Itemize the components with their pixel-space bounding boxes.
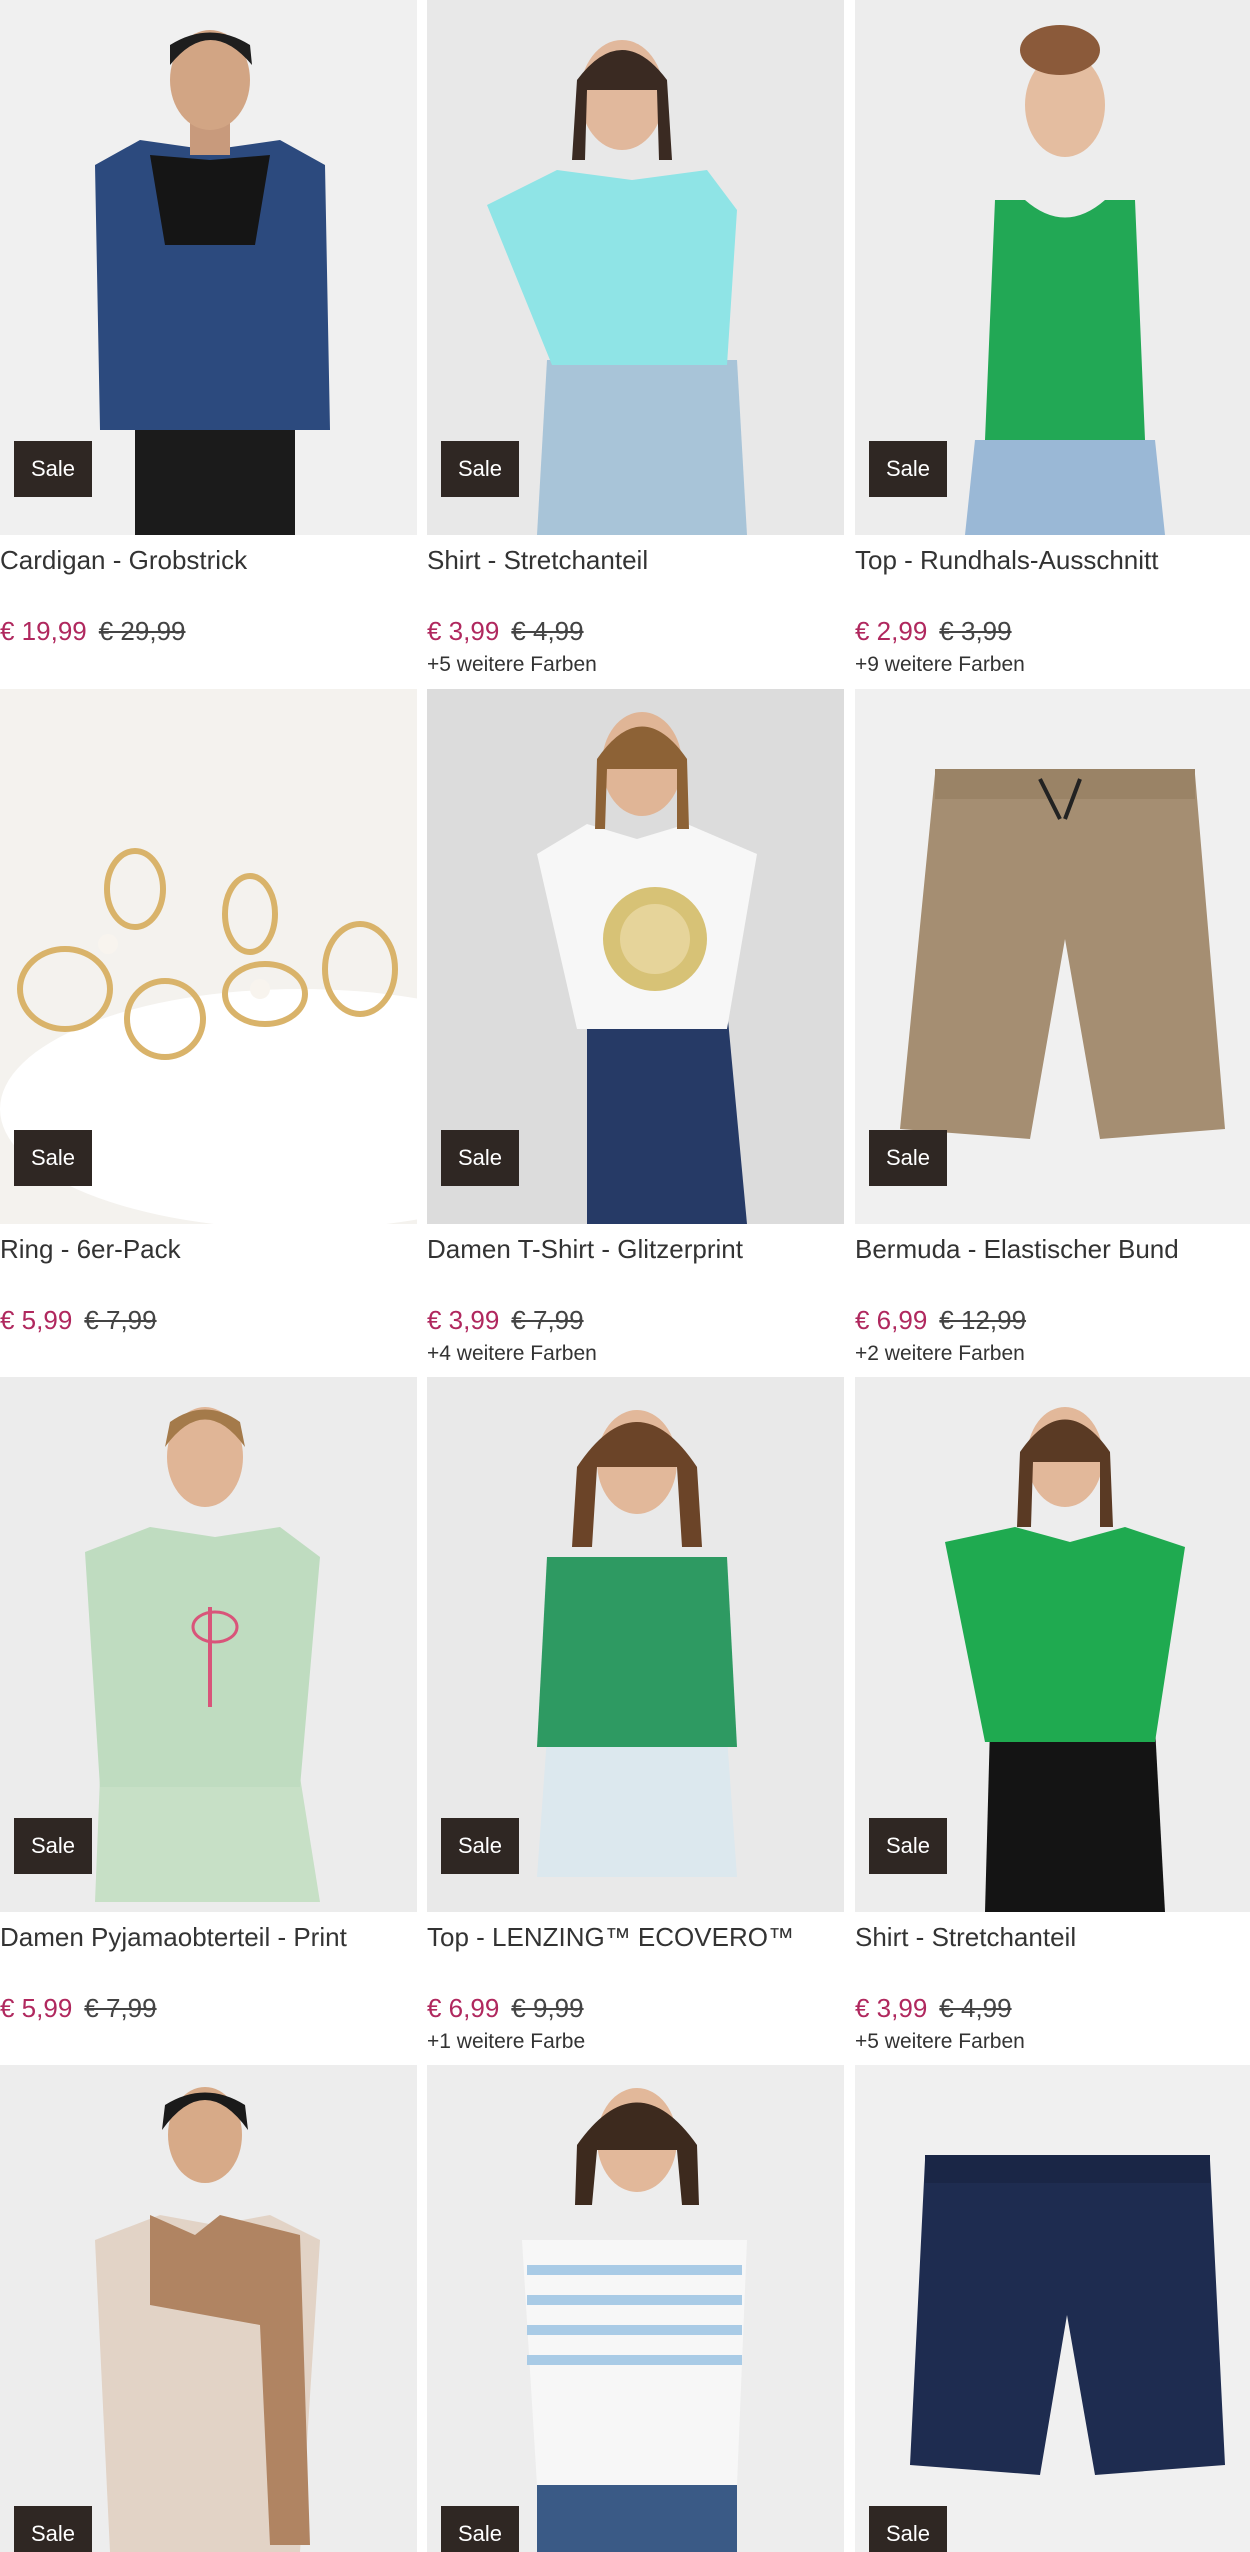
sale-badge: Sale (14, 1818, 92, 1874)
sale-badge: Sale (14, 441, 92, 497)
product-image[interactable]: Sale (855, 689, 1250, 1224)
product-prices: € 2,99 € 3,99 (855, 615, 1250, 647)
original-price: € 29,99 (98, 616, 186, 646)
sale-badge: Sale (869, 2506, 947, 2552)
more-colors-link[interactable]: +9 weitere Farben (855, 653, 1250, 679)
product-name[interactable]: Shirt - Stretchanteil (855, 1920, 1250, 1954)
product-card[interactable]: Sale Top - LENZING™ ECOVERO™ € 6,99 € 9,9… (427, 1377, 844, 2056)
original-price: € 9,99 (511, 1993, 584, 2023)
product-image[interactable]: Sale (855, 1377, 1250, 1912)
product-card[interactable]: Sale Shirt - Stretchanteil € 3,99 € 4,99 … (427, 0, 844, 679)
product-card[interactable]: Sale Cardigan - Grobstrick € 19,99 € 29,9… (0, 0, 417, 679)
sale-badge: Sale (14, 2506, 92, 2552)
original-price: € 3,99 (939, 616, 1012, 646)
current-price: € 3,99 (427, 1305, 500, 1335)
sale-badge: Sale (441, 1130, 519, 1186)
more-colors-link[interactable] (0, 2030, 417, 2056)
product-prices: € 19,99 € 29,99 (0, 615, 417, 647)
product-prices: € 3,99 € 4,99 (855, 1992, 1250, 2024)
product-card[interactable]: Sale Ring - 6er-Pack € 5,99 € 7,99 (0, 689, 417, 1368)
product-card[interactable]: Sale (0, 2065, 417, 2552)
product-grid: Sale Cardigan - Grobstrick € 19,99 € 29,9… (0, 0, 1250, 2552)
product-prices: € 3,99 € 7,99 (427, 1304, 844, 1336)
product-name[interactable]: Damen T-Shirt - Glitzerprint (427, 1232, 844, 1266)
current-price: € 3,99 (427, 616, 500, 646)
product-image[interactable]: Sale (427, 2065, 844, 2552)
more-colors-link[interactable]: +2 weitere Farben (855, 1342, 1250, 1368)
product-prices: € 3,99 € 4,99 (427, 615, 844, 647)
more-colors-link[interactable]: +1 weitere Farbe (427, 2030, 844, 2056)
sale-badge: Sale (869, 441, 947, 497)
product-card[interactable]: Sale (855, 2065, 1250, 2552)
sale-badge: Sale (441, 441, 519, 497)
product-name[interactable]: Bermuda - Elastischer Bund (855, 1232, 1250, 1266)
product-image[interactable]: Sale (427, 689, 844, 1224)
product-image[interactable]: Sale (0, 1377, 417, 1912)
product-image[interactable]: Sale (0, 0, 417, 535)
current-price: € 2,99 (855, 616, 928, 646)
product-image[interactable]: Sale (0, 689, 417, 1224)
product-card[interactable]: Sale Top - Rundhals-Ausschnitt € 2,99 € 3… (855, 0, 1250, 679)
product-name[interactable]: Shirt - Stretchanteil (427, 543, 844, 577)
original-price: € 7,99 (511, 1305, 584, 1335)
product-prices: € 5,99 € 7,99 (0, 1304, 417, 1336)
original-price: € 12,99 (939, 1305, 1027, 1335)
product-name[interactable]: Ring - 6er-Pack (0, 1232, 417, 1266)
sale-badge: Sale (441, 1818, 519, 1874)
product-name[interactable]: Cardigan - Grobstrick (0, 543, 417, 577)
product-prices: € 6,99 € 12,99 (855, 1304, 1250, 1336)
original-price: € 4,99 (939, 1993, 1012, 2023)
product-name[interactable]: Damen Pyjamaobterteil - Print (0, 1920, 417, 1954)
product-card[interactable]: Sale Damen Pyjamaobterteil - Print € 5,9… (0, 1377, 417, 2056)
product-image[interactable]: Sale (427, 1377, 844, 1912)
current-price: € 6,99 (855, 1305, 928, 1335)
more-colors-link[interactable] (0, 653, 417, 679)
product-name[interactable]: Top - Rundhals-Ausschnitt (855, 543, 1250, 577)
more-colors-link[interactable]: +5 weitere Farben (427, 653, 844, 679)
sale-badge: Sale (14, 1130, 92, 1186)
original-price: € 7,99 (84, 1305, 157, 1335)
current-price: € 5,99 (0, 1993, 73, 2023)
more-colors-link[interactable] (0, 1342, 417, 1368)
current-price: € 3,99 (855, 1993, 928, 2023)
product-card[interactable]: Sale Damen T-Shirt - Glitzerprint € 3,99… (427, 689, 844, 1368)
current-price: € 5,99 (0, 1305, 73, 1335)
product-card[interactable]: Sale Shirt - Stretchanteil € 3,99 € 4,99 … (855, 1377, 1250, 2056)
product-image[interactable]: Sale (0, 2065, 417, 2552)
more-colors-link[interactable]: +4 weitere Farben (427, 1342, 844, 1368)
product-name[interactable]: Top - LENZING™ ECOVERO™ (427, 1920, 844, 1954)
original-price: € 4,99 (511, 616, 584, 646)
sale-badge: Sale (441, 2506, 519, 2552)
sale-badge: Sale (869, 1130, 947, 1186)
product-card[interactable]: Sale Bermuda - Elastischer Bund € 6,99 € … (855, 689, 1250, 1368)
current-price: € 6,99 (427, 1993, 500, 2023)
product-image[interactable]: Sale (427, 0, 844, 535)
product-card[interactable]: Sale (427, 2065, 844, 2552)
current-price: € 19,99 (0, 616, 87, 646)
sale-badge: Sale (869, 1818, 947, 1874)
product-image[interactable]: Sale (855, 0, 1250, 535)
product-prices: € 5,99 € 7,99 (0, 1992, 417, 2024)
more-colors-link[interactable]: +5 weitere Farben (855, 2030, 1250, 2056)
product-prices: € 6,99 € 9,99 (427, 1992, 844, 2024)
original-price: € 7,99 (84, 1993, 157, 2023)
product-image[interactable]: Sale (855, 2065, 1250, 2552)
